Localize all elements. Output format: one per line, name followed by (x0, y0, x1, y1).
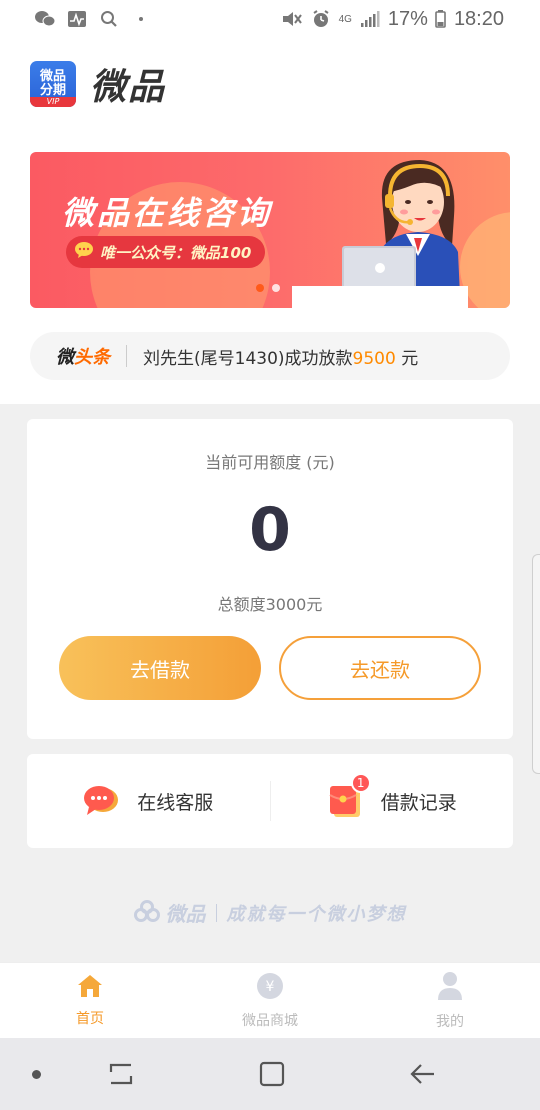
ticker-text-after: 元 (395, 348, 419, 369)
signal-icon (359, 9, 381, 29)
search-icon (98, 9, 120, 29)
logo-vip: VIP (30, 97, 76, 107)
available-credit-value: 0 (249, 495, 291, 565)
slogan-brand: 微品 (165, 902, 206, 926)
news-ticker-section: 微头条 刘先生(尾号1430)成功放款9500 元 (0, 318, 540, 404)
home-icon (77, 974, 103, 1002)
ticker-tag: 微头条 (56, 343, 110, 369)
user-icon (437, 971, 463, 1005)
brand-mark-icon (133, 899, 160, 926)
tab-profile[interactable]: 我的 (360, 963, 540, 1038)
ticker-tag-part1: 微 (56, 347, 74, 368)
desk-decor (292, 286, 468, 308)
credit-card: 当前可用额度 (元) 0 总额度3000元 去借款 去还款 (27, 419, 513, 739)
svg-text:¥: ¥ (266, 979, 275, 995)
chat-bubble-icon (74, 241, 94, 263)
total-credit: 总额度3000元 (217, 595, 323, 614)
alarm-icon (310, 9, 332, 29)
footer-slogan: 微品 成就每一个微小梦想 (0, 898, 540, 927)
service-online-support[interactable]: 在线客服 (27, 754, 270, 848)
chat-bubble-icon (83, 783, 119, 819)
edge-panel-handle[interactable] (532, 554, 540, 774)
news-ticker[interactable]: 微头条 刘先生(尾号1430)成功放款9500 元 (30, 332, 510, 380)
tab-label: 首页 (76, 1010, 104, 1027)
status-bar-left (34, 9, 152, 29)
banner-section: 微品在线咨询 唯一公众号：微品100 (0, 130, 540, 318)
banner-title: 微品在线咨询 (62, 194, 273, 232)
tab-home[interactable]: 首页 (0, 963, 180, 1038)
slogan-divider (215, 903, 217, 922)
brand-name: 微品 (90, 67, 167, 108)
system-nav-bar (0, 1038, 540, 1110)
activity-icon (66, 9, 88, 29)
ticker-divider (126, 345, 127, 367)
service-loan-records[interactable]: 1 借款记录 (271, 754, 514, 848)
ticker-text-before: 刘先生(尾号1430)成功放款 (143, 348, 353, 369)
borrow-button[interactable]: 去借款 (59, 636, 261, 700)
status-bar: 4G 17% 18:20 (0, 0, 540, 38)
back-icon[interactable] (408, 1060, 438, 1088)
network-label: 4G (338, 13, 352, 25)
customer-service-agent-illustration (342, 160, 460, 296)
logo-line1: 微品 (39, 69, 66, 84)
nav-indicator-dot (32, 1070, 41, 1079)
tab-label: 我的 (436, 1013, 464, 1030)
service-label: 在线客服 (137, 791, 214, 814)
app-header: 微品 分期 VIP 微品 (0, 38, 540, 130)
available-credit-label: 当前可用额度 (元) (205, 453, 335, 472)
service-label: 借款记录 (380, 791, 457, 814)
status-bar-right: 4G 17% 18:20 (281, 8, 504, 31)
bottom-tab-bar: 首页 ¥ 微品商城 我的 (0, 962, 540, 1038)
banner-pill: 唯一公众号：微品100 (66, 236, 266, 268)
more-dot-icon (130, 9, 152, 29)
red-envelope-icon: 1 (327, 773, 371, 819)
logo-line2: 分期 (39, 83, 66, 98)
ticker-amount: 9500 (352, 348, 396, 369)
wechat-icon (34, 9, 56, 29)
promo-banner[interactable]: 微品在线咨询 唯一公众号：微品100 (30, 152, 510, 308)
battery-icon (435, 9, 447, 29)
ticker-tag-part2: 头条 (74, 347, 110, 368)
mute-icon (281, 9, 303, 29)
banner-pagination (256, 284, 280, 292)
ticker-message: 刘先生(尾号1430)成功放款9500 元 (143, 344, 418, 369)
loan-records-badge: 1 (350, 773, 371, 793)
recent-apps-icon[interactable] (106, 1060, 136, 1088)
tab-mall[interactable]: ¥ 微品商城 (180, 963, 360, 1038)
pagination-dot (272, 284, 280, 292)
app-logo: 微品 分期 VIP (30, 61, 76, 107)
clock: 18:20 (453, 7, 504, 30)
yuan-coin-icon: ¥ (256, 972, 284, 1004)
repay-button[interactable]: 去还款 (279, 636, 481, 700)
battery-percent: 17% (387, 7, 428, 30)
slogan-text: 成就每一个微小梦想 (226, 903, 407, 925)
banner-pill-text: 唯一公众号：微品100 (100, 243, 252, 262)
tab-label: 微品商城 (242, 1012, 298, 1029)
home-button-icon[interactable] (257, 1060, 287, 1088)
services-panel: 在线客服 1 借款记录 (27, 754, 513, 848)
pagination-dot-active (256, 284, 264, 292)
